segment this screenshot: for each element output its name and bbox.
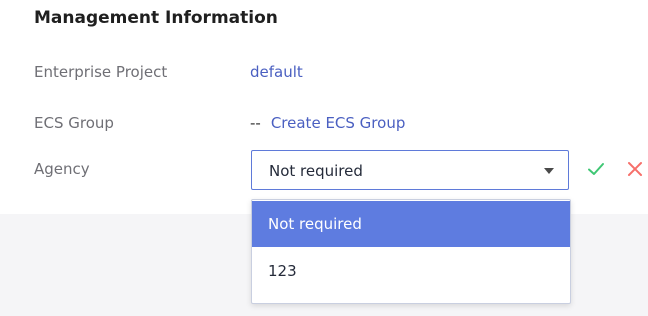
create-ecs-group-link[interactable]: Create ECS Group <box>271 114 406 132</box>
enterprise-project-label: Enterprise Project <box>34 63 168 81</box>
agency-label: Agency <box>34 160 90 178</box>
dropdown-option-123[interactable]: 123 <box>252 248 570 294</box>
ecs-group-label: ECS Group <box>34 114 114 132</box>
section-title: Management Information <box>34 8 278 28</box>
dropdown-option-not-required[interactable]: Not required <box>252 201 570 247</box>
close-icon[interactable] <box>626 160 644 178</box>
chevron-down-icon[interactable] <box>544 168 554 174</box>
ecs-group-empty-value: -- <box>250 114 261 132</box>
agency-dropdown-menu: Not required 123 <box>251 199 571 304</box>
enterprise-project-value: default <box>250 62 303 82</box>
management-information-panel: Management Information Enterprise Projec… <box>0 0 648 214</box>
agency-select-value: Not required <box>269 162 363 180</box>
ecs-group-value: -- Create ECS Group <box>250 113 405 133</box>
enterprise-project-link[interactable]: default <box>250 63 303 81</box>
agency-select[interactable]: Not required <box>251 150 569 190</box>
checkmark-icon[interactable] <box>587 160 605 178</box>
